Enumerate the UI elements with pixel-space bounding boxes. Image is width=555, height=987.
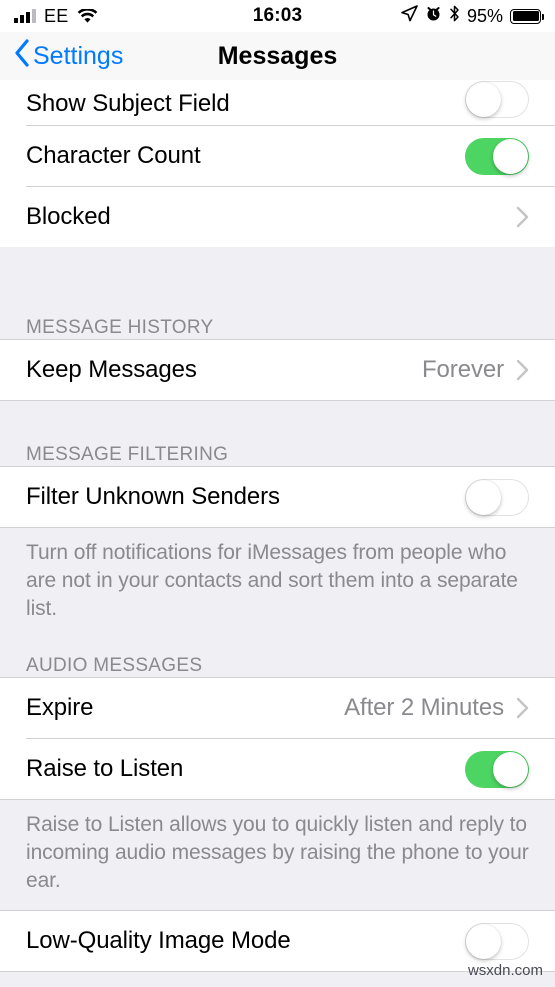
group-gap (0, 247, 555, 297)
footer-audio-messages: Raise to Listen allows you to quickly li… (0, 800, 555, 895)
settings-group-message-history: Keep Messages Forever (0, 340, 555, 400)
settings-list[interactable]: Show Subject Field Character Count Block… (0, 80, 555, 987)
navigation-bar: Settings Messages (0, 32, 555, 80)
iphone-screen: EE 16:03 95% Settings Messages Show Subj… (0, 0, 555, 987)
group-gap (0, 895, 555, 910)
toggle-low-quality-image-mode[interactable] (465, 922, 529, 960)
row-character-count[interactable]: Character Count (0, 126, 555, 186)
chevron-right-icon (516, 206, 529, 228)
battery-percent-label: 95% (466, 5, 503, 26)
group-gap (0, 623, 555, 637)
section-header-audio-messages: AUDIO MESSAGES (0, 637, 555, 677)
row-label: Keep Messages (26, 356, 197, 383)
row-label: Raise to Listen (26, 755, 184, 782)
row-label: Filter Unknown Senders (26, 483, 280, 510)
toggle-character-count[interactable] (465, 137, 529, 175)
section-header-message-history: MESSAGE HISTORY (0, 297, 555, 339)
back-button-label: Settings (33, 41, 124, 70)
group-gap (0, 401, 555, 424)
row-label: Expire (26, 694, 94, 721)
toggle-show-subject-field[interactable] (465, 81, 529, 118)
row-label: Blocked (26, 203, 111, 230)
signal-bars-icon (14, 9, 36, 23)
back-button-settings[interactable]: Settings (0, 38, 124, 74)
chevron-right-icon (516, 697, 529, 719)
row-filter-unknown-senders[interactable]: Filter Unknown Senders (0, 467, 555, 527)
row-value: After 2 Minutes (344, 694, 504, 721)
row-label: Low-Quality Image Mode (26, 927, 291, 954)
chevron-right-icon (516, 359, 529, 381)
status-bar-left: EE (14, 6, 98, 27)
toggle-filter-unknown-senders[interactable] (465, 478, 529, 516)
alarm-clock-icon (425, 5, 442, 28)
section-header-message-filtering: MESSAGE FILTERING (0, 424, 555, 466)
row-value: Forever (422, 356, 504, 383)
section-header-label: AUDIO MESSAGES (26, 655, 203, 676)
toggle-raise-to-listen[interactable] (465, 750, 529, 788)
status-bar-right: 95% (401, 4, 544, 28)
carrier-label: EE (44, 5, 69, 26)
bluetooth-icon (449, 5, 460, 28)
row-label: Character Count (26, 142, 201, 169)
section-header-label: MESSAGE FILTERING (26, 444, 229, 465)
row-blocked[interactable]: Blocked (0, 187, 555, 247)
settings-group-message-filtering: Filter Unknown Senders (0, 467, 555, 527)
row-label: Show Subject Field (26, 90, 230, 117)
footer-message-filtering: Turn off notifications for iMessages fro… (0, 528, 555, 623)
settings-group-audio-messages: Expire After 2 Minutes Raise to Listen (0, 678, 555, 799)
settings-group-general: Show Subject Field Character Count Block… (0, 80, 555, 247)
status-bar: EE 16:03 95% (0, 0, 555, 32)
row-raise-to-listen[interactable]: Raise to Listen (0, 739, 555, 799)
battery-icon (510, 8, 544, 24)
chevron-left-icon (14, 38, 30, 74)
watermark: wsxdn.com (467, 962, 543, 979)
section-header-label: MESSAGE HISTORY (26, 317, 214, 338)
wifi-icon (77, 8, 98, 24)
row-show-subject-field[interactable]: Show Subject Field (0, 80, 555, 125)
row-keep-messages[interactable]: Keep Messages Forever (0, 340, 555, 400)
location-arrow-icon (401, 4, 418, 28)
row-expire[interactable]: Expire After 2 Minutes (0, 678, 555, 738)
